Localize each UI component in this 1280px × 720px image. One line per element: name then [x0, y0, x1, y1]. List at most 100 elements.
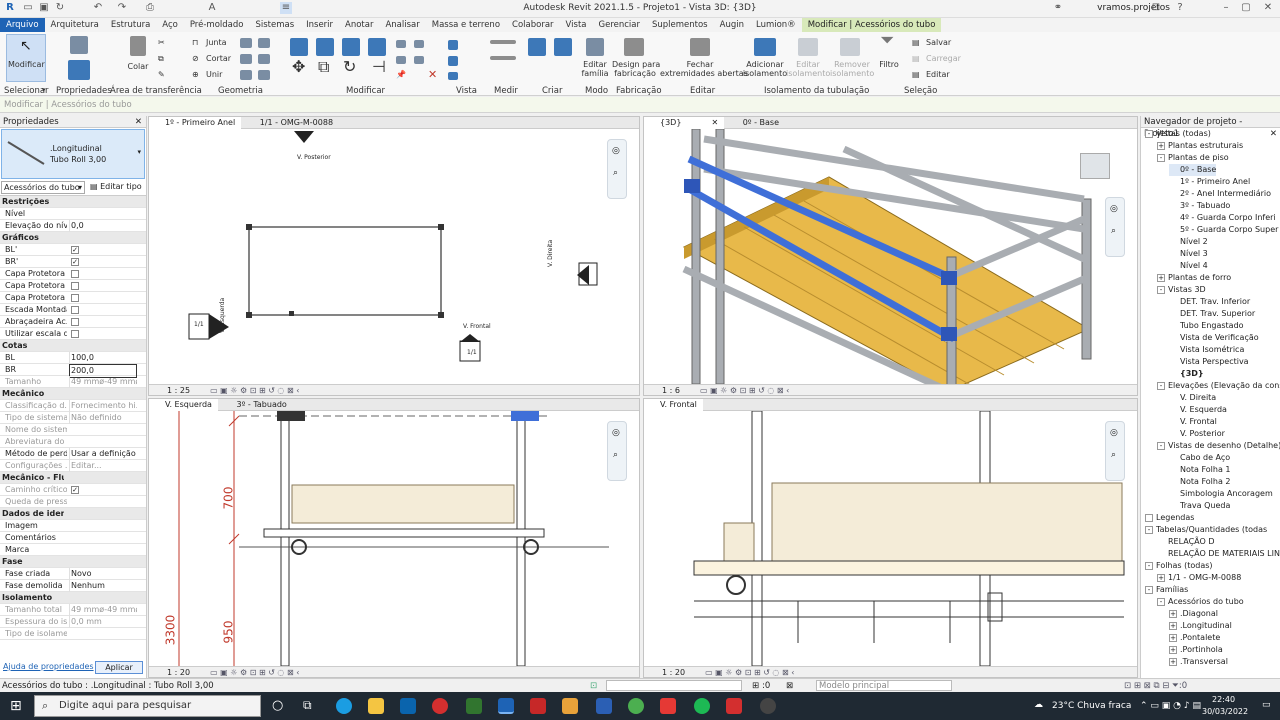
type-selector[interactable]: .Longitudinal Tubo Roll 3,00 ▾ — [1, 129, 145, 179]
menu-tab-5[interactable]: Sistemas — [249, 18, 300, 32]
cut-button[interactable]: Cortar — [206, 54, 231, 63]
property-category[interactable]: Dados de identidade — [0, 508, 146, 520]
property-value[interactable]: Usar a definição ... — [69, 448, 137, 460]
array-icon[interactable] — [396, 56, 406, 64]
save-selection-button[interactable]: Salvar — [926, 38, 951, 47]
tree-item[interactable]: DET. Trav. Inferior — [1169, 296, 1250, 308]
collapse-icon[interactable]: - — [1145, 525, 1153, 534]
join-button[interactable]: Junta — [206, 38, 227, 47]
tab-frontal[interactable]: V. Frontal — [644, 399, 703, 411]
tree-item[interactable]: + .Transversal — [1169, 656, 1228, 668]
expand-icon[interactable]: + — [1169, 609, 1177, 618]
tree-item[interactable]: - Folhas (todas) — [1145, 560, 1213, 572]
label-esquerda[interactable]: V. Esquerda — [219, 298, 226, 333]
tree-item[interactable]: Vista Perspectiva — [1169, 356, 1249, 368]
view-scale[interactable]: 1 : 20 — [167, 668, 190, 677]
tree-item[interactable]: - Famílias — [1145, 584, 1188, 596]
align-icon[interactable] — [290, 38, 308, 56]
tree-item[interactable]: + Plantas de forro — [1157, 272, 1231, 284]
cut-geometry-icon[interactable]: ⊘ — [192, 54, 199, 63]
delete-icon[interactable]: ✕ — [428, 69, 437, 80]
task-view-icon[interactable]: ⧉ — [303, 698, 312, 713]
view-scale[interactable]: 1 : 6 — [662, 386, 680, 395]
type-properties-icon[interactable] — [70, 36, 88, 54]
tree-item[interactable]: Vista Isométrica — [1169, 344, 1244, 356]
tree-item[interactable]: - Plantas de piso — [1157, 152, 1229, 164]
expand-icon[interactable]: + — [1169, 621, 1177, 630]
chrome-icon[interactable] — [628, 698, 644, 714]
worksharing-icon[interactable]: ⊡ — [590, 679, 597, 693]
collapse-icon[interactable]: - — [1157, 597, 1165, 606]
model-select[interactable]: Modelo principal — [816, 680, 952, 691]
mirror-draw-icon[interactable] — [368, 38, 386, 56]
menu-tab-4[interactable]: Pré-moldado — [184, 18, 250, 32]
tree-item[interactable]: - Tabelas/Quantidades (todas — [1145, 524, 1267, 536]
rotate-icon[interactable]: ↻ — [343, 59, 356, 75]
tree-item[interactable]: {3D} — [1169, 368, 1204, 380]
menu-tab-12[interactable]: Gerenciar — [593, 18, 646, 32]
clock-date[interactable]: 30/03/2022 — [1202, 707, 1248, 716]
zoom-icon[interactable]: ⌕ — [613, 450, 618, 460]
edit-family-icon[interactable] — [586, 38, 604, 56]
navigation-bar[interactable]: ◎ ⌕ — [607, 421, 627, 481]
filter-button[interactable]: Filtro — [876, 60, 902, 69]
property-checkbox[interactable]: ✓ — [71, 258, 79, 266]
tab-sheet[interactable]: 1/1 - OMG-M-0088 — [244, 117, 339, 129]
property-category[interactable]: Fase — [0, 556, 146, 568]
menu-tab-3[interactable]: Aço — [156, 18, 184, 32]
override-icon[interactable] — [448, 56, 458, 66]
geometry-tool-3-icon[interactable] — [240, 54, 252, 64]
windows-start-icon[interactable]: ⊞ — [10, 698, 22, 714]
clock-time[interactable]: 22:40 — [1212, 695, 1235, 704]
split-icon[interactable] — [396, 40, 406, 48]
collab-icon[interactable]: ⚭ — [1052, 2, 1064, 14]
menu-tab-9[interactable]: Massa e terreno — [426, 18, 506, 32]
geometry-tool-6-icon[interactable] — [258, 70, 270, 80]
tree-item[interactable]: Nível 2 — [1169, 236, 1208, 248]
scale-icon[interactable] — [414, 56, 424, 64]
trim-icon[interactable]: ⊣ — [372, 59, 386, 75]
copy-clip-icon[interactable]: ⧉ — [158, 54, 164, 63]
tree-item[interactable]: Cabo de Aço — [1169, 452, 1230, 464]
filter-icon[interactable]: ⏷ — [880, 32, 894, 50]
scaffold-3d-model[interactable] — [644, 129, 1138, 384]
tree-item[interactable]: RELAÇÃO DE MATERIAIS LIN — [1157, 548, 1280, 560]
tree-item[interactable]: Trava Queda — [1169, 500, 1230, 512]
close-open-ends-button[interactable]: Fechar extremidades abertas — [660, 60, 748, 78]
cortana-icon[interactable]: ○ — [272, 698, 283, 713]
project-icon[interactable] — [466, 698, 482, 714]
property-checkbox[interactable] — [71, 306, 79, 314]
collapse-icon[interactable]: - — [1157, 285, 1165, 294]
steering-wheel-icon[interactable]: ◎ — [612, 428, 620, 438]
status-select-icons[interactable]: ⊡ ⊞ ⊠ ⧉ ⊟ ⏷:0 — [1124, 679, 1187, 693]
design-fabrication-button[interactable]: Design para fabricação — [612, 60, 660, 78]
expand-icon[interactable]: + — [1169, 657, 1177, 666]
unite-icon[interactable]: ⊕ — [192, 70, 199, 79]
plan-drawing[interactable] — [149, 129, 640, 384]
expand-icon[interactable]: + — [1169, 645, 1177, 654]
minimize-icon[interactable]: – — [1220, 2, 1232, 14]
tab-3d[interactable]: {3D} ✕ — [644, 117, 725, 129]
taskbar-search-input[interactable]: Digite aqui para pesquisar — [34, 695, 261, 717]
property-checkbox[interactable] — [71, 270, 79, 278]
zoom-icon[interactable]: ⌕ — [1111, 450, 1116, 460]
properties-close-icon[interactable]: ✕ — [135, 116, 142, 128]
tree-item[interactable]: + .Longitudinal — [1169, 620, 1232, 632]
hide-icon[interactable] — [448, 40, 458, 50]
app-orange-icon[interactable] — [562, 698, 578, 714]
view-scale[interactable]: 1 : 20 — [662, 668, 685, 677]
navigation-bar[interactable]: ◎ ⌕ — [607, 139, 627, 199]
tree-item[interactable]: - Acessórios do tubo — [1157, 596, 1244, 608]
property-category[interactable]: Mecânico - Fluxo — [0, 472, 146, 484]
expand-icon[interactable]: + — [1169, 633, 1177, 642]
tree-item[interactable]: Nota Folha 1 — [1169, 464, 1231, 476]
tree-item[interactable]: Legendas — [1145, 512, 1194, 524]
properties-icon[interactable] — [68, 60, 90, 80]
tree-item[interactable]: - Vistas de desenho (Detalhe) — [1157, 440, 1280, 452]
menu-tab-14[interactable]: Augin — [714, 18, 750, 32]
tab-esquerda[interactable]: V. Esquerda — [149, 399, 218, 411]
menu-tab-11[interactable]: Vista — [560, 18, 593, 32]
menu-tab-15[interactable]: Lumion® — [750, 18, 802, 32]
zoom-icon[interactable]: ⌕ — [613, 168, 618, 178]
tree-item[interactable]: + .Pontalete — [1169, 632, 1220, 644]
